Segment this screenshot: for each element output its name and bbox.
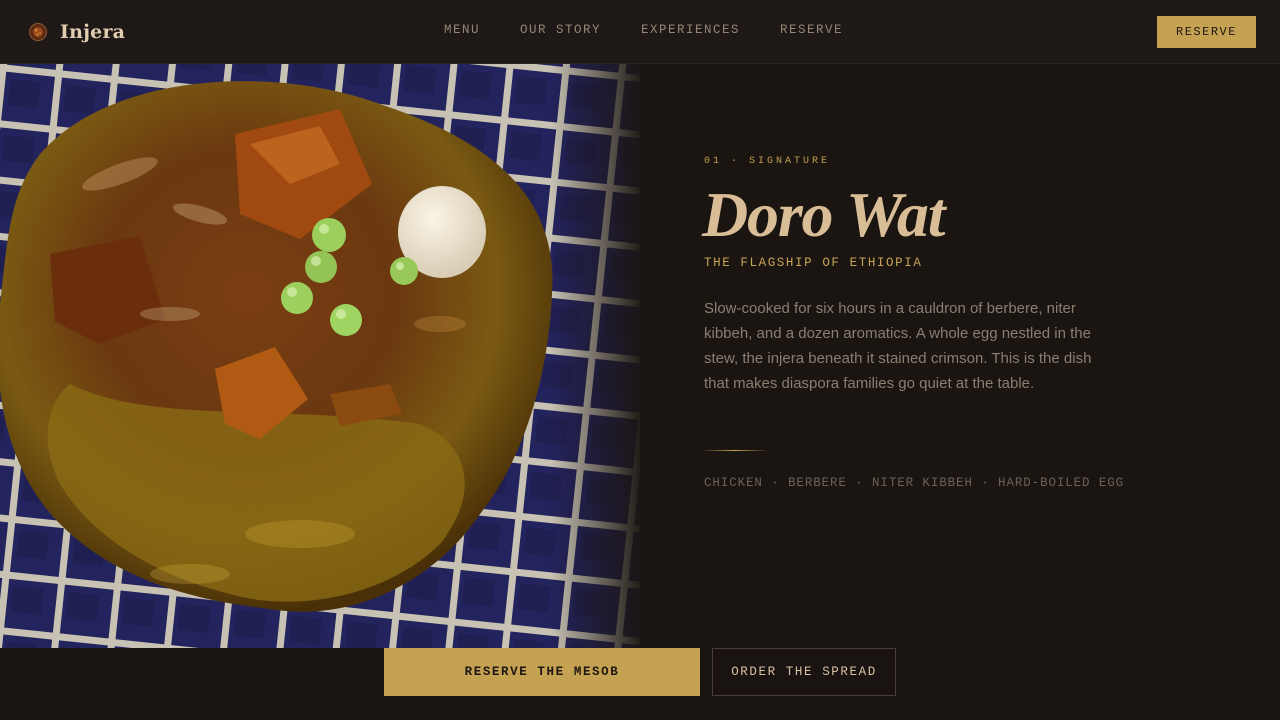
dish-subtitle: THE FLAGSHIP OF ETHIOPIA xyxy=(704,256,923,270)
header-reserve-button[interactable]: RESERVE xyxy=(1157,16,1256,48)
dish-description: Slow-cooked for six hours in a cauldron … xyxy=(704,300,1092,392)
dish-title: Doro Wat xyxy=(702,179,946,250)
brand-logo[interactable]: Injera xyxy=(28,20,125,44)
nav-link-experiences[interactable]: EXPERIENCES xyxy=(641,23,740,37)
dish-photo xyxy=(0,64,640,648)
gold-divider xyxy=(704,450,766,451)
section-kicker: 01 · SIGNATURE xyxy=(704,156,831,167)
reserve-mesob-button[interactable]: RESERVE THE MESOB xyxy=(384,648,700,696)
nav-link-menu[interactable]: MENU xyxy=(444,23,480,37)
ingredients-list: CHICKEN · BERBERE · NITER KIBBEH · HARD-… xyxy=(704,476,1125,490)
nav-link-reserve[interactable]: RESERVE xyxy=(780,23,843,37)
nav-link-our-story[interactable]: OUR STORY xyxy=(520,23,601,37)
site-header: Injera MENU OUR STORY EXPERIENCES RESERV… xyxy=(0,0,1280,64)
injera-bowl-icon xyxy=(28,22,48,42)
main-nav: MENU OUR STORY EXPERIENCES RESERVE xyxy=(444,23,843,37)
brand-name: Injera xyxy=(60,21,126,43)
order-spread-button[interactable]: ORDER THE SPREAD xyxy=(712,648,896,696)
